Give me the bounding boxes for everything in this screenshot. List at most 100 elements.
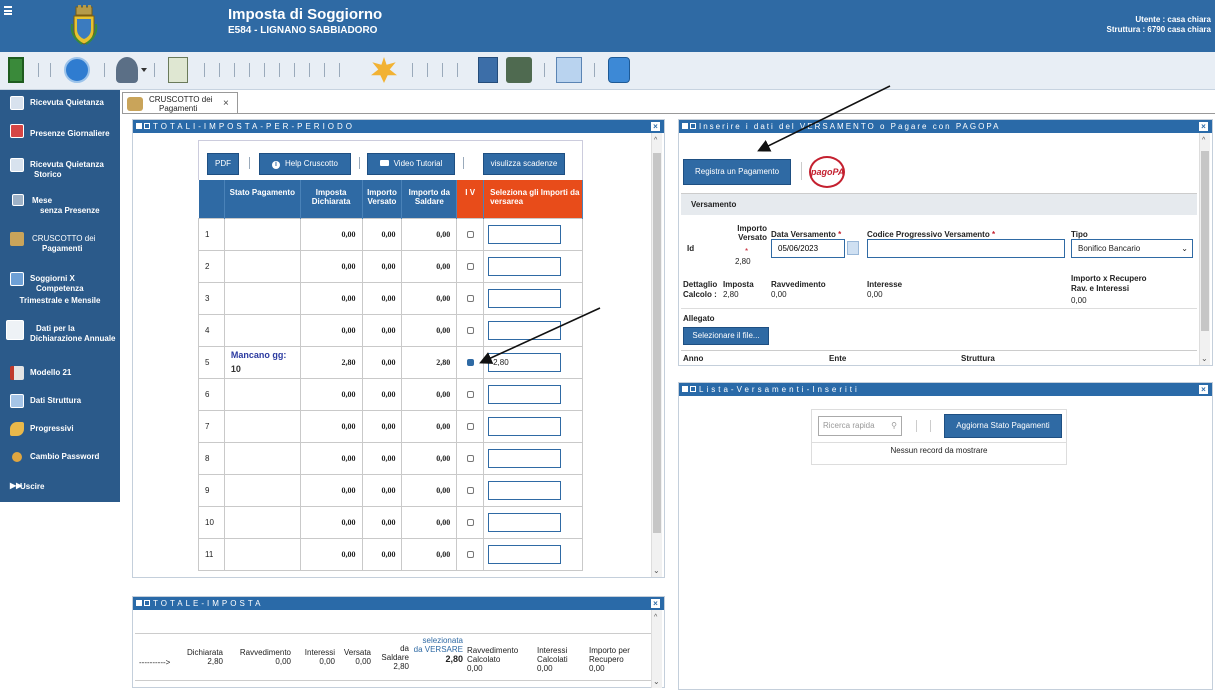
pdf-button[interactable]: PDF — [207, 153, 239, 175]
totale-col: Versata 0,00 — [343, 648, 371, 666]
importo-input[interactable] — [488, 480, 562, 500]
close-icon[interactable]: × — [223, 98, 229, 109]
importo-input[interactable] — [488, 512, 562, 532]
select-cell — [456, 409, 485, 443]
collapse-icon[interactable] — [682, 123, 688, 129]
separator — [38, 63, 39, 77]
panel-header: TOTALE-IMPOSTA × — [133, 597, 664, 610]
versato-cell: 0,00 — [361, 217, 403, 251]
input-cell — [483, 441, 583, 475]
separator — [463, 157, 464, 169]
chevron-up-icon[interactable]: ^ — [654, 614, 657, 621]
maximize-icon[interactable] — [144, 600, 150, 606]
user-menu-icon[interactable] — [116, 57, 138, 83]
search-input[interactable]: Ricerca rapida ⚲ — [818, 416, 902, 436]
save-disk-icon[interactable] — [608, 57, 630, 83]
importo-input[interactable] — [488, 544, 562, 564]
select-cell — [456, 281, 485, 315]
sidebar-item-sublabel: Competenza — [36, 284, 84, 293]
close-icon[interactable]: × — [1199, 385, 1208, 394]
recupero-value: 0,00 — [1071, 296, 1087, 305]
tab-cruscotto[interactable]: CRUSCOTTO dei Pagamenti × — [122, 92, 238, 114]
data-versamento-input[interactable] — [771, 239, 845, 258]
input-cell — [483, 281, 583, 315]
close-icon[interactable]: × — [651, 122, 660, 131]
codice-versamento-input[interactable] — [867, 239, 1065, 258]
scrollbar-thumb[interactable] — [1201, 151, 1209, 331]
network-icon[interactable] — [556, 57, 582, 83]
scrollbar-thumb[interactable] — [653, 153, 661, 533]
sidebar-item-label: Soggiorni X — [30, 274, 75, 283]
video-tutorial-button[interactable]: Video Tutorial — [367, 153, 455, 175]
registra-pagamento-button[interactable]: Registra un Pagamento — [683, 159, 791, 185]
row-checkbox[interactable] — [466, 486, 474, 494]
select-file-button[interactable]: Selezionare il file... — [683, 327, 769, 345]
row-checkbox[interactable] — [466, 294, 474, 302]
importo-input[interactable] — [488, 256, 562, 276]
menu-icon[interactable] — [4, 6, 12, 15]
maximize-icon[interactable] — [144, 123, 150, 129]
printer-icon[interactable] — [506, 57, 532, 83]
row-checkbox[interactable] — [466, 422, 474, 430]
help-cruscotto-button[interactable]: i Help Cruscotto — [259, 153, 351, 175]
calendar-icon[interactable] — [847, 241, 859, 255]
input-cell — [483, 313, 583, 347]
document-icon[interactable] — [478, 57, 498, 83]
totale-col: Importo per Recupero 0,00 — [589, 646, 630, 673]
importo-input[interactable] — [488, 384, 562, 404]
separator — [249, 157, 250, 169]
input-cell — [483, 377, 583, 411]
internet-icon[interactable] — [64, 57, 90, 83]
importo-input[interactable]: 2,80 — [488, 352, 562, 372]
select-cell — [456, 537, 485, 571]
saldo-cell: 0,00 — [401, 249, 458, 283]
importo-input[interactable] — [488, 224, 562, 244]
row-checkbox[interactable] — [466, 390, 474, 398]
close-icon[interactable]: × — [651, 599, 660, 608]
tipo-select[interactable]: Bonifico Bancario ⌄ — [1071, 239, 1193, 258]
row-checkbox[interactable] — [466, 358, 474, 366]
stato-cell — [223, 505, 301, 539]
input-cell — [483, 217, 583, 251]
chevron-up-icon[interactable]: ^ — [654, 137, 657, 144]
chevron-down-icon[interactable]: ⌄ — [653, 566, 660, 575]
importo-input[interactable] — [488, 288, 562, 308]
row-checkbox[interactable] — [466, 230, 474, 238]
aggiorna-stato-button[interactable]: Aggiorna Stato Pagamenti — [944, 414, 1062, 438]
scrollbar[interactable]: ^ ⌄ — [651, 133, 662, 577]
row-number: 10 — [198, 505, 225, 539]
chevron-up-icon[interactable]: ^ — [1202, 137, 1205, 144]
close-icon[interactable]: × — [1199, 122, 1208, 131]
separator — [324, 63, 325, 77]
scrollbar[interactable]: ^ ⌄ — [651, 610, 662, 688]
separator — [294, 63, 295, 77]
collapse-icon[interactable] — [682, 386, 688, 392]
row-checkbox[interactable] — [466, 326, 474, 334]
importo-input[interactable] — [488, 320, 562, 340]
chevron-down-icon[interactable]: ⌄ — [653, 677, 660, 686]
calculator-icon[interactable] — [168, 57, 188, 83]
exit-door-icon[interactable] — [8, 57, 24, 83]
data-versamento-label: Data Versamento * — [771, 230, 842, 239]
row-checkbox[interactable] — [466, 454, 474, 462]
table-row: 3 0,00 0,00 0,00 — [198, 281, 583, 315]
maximize-icon[interactable] — [690, 123, 696, 129]
collapse-icon[interactable] — [136, 600, 142, 606]
scrollbar[interactable]: ^ ⌄ — [1199, 133, 1210, 365]
input-cell — [483, 409, 583, 443]
chevron-down-icon[interactable]: ⌄ — [1201, 354, 1208, 363]
news-burst-icon[interactable] — [371, 57, 397, 83]
totali-buttonbar: PDF i Help Cruscotto Video Tutorial visul… — [198, 140, 583, 180]
importo-input[interactable] — [488, 448, 562, 468]
maximize-icon[interactable] — [690, 386, 696, 392]
select-cell — [456, 313, 485, 347]
pagopa-logo[interactable]: pagoPA — [809, 156, 845, 188]
row-checkbox[interactable] — [466, 518, 474, 526]
visualizza-scadenze-button[interactable]: visulizza scadenze — [483, 153, 565, 175]
chevron-down-icon[interactable] — [141, 68, 147, 72]
row-checkbox[interactable] — [466, 262, 474, 270]
importo-input[interactable] — [488, 416, 562, 436]
row-checkbox[interactable] — [466, 550, 474, 558]
collapse-icon[interactable] — [136, 123, 142, 129]
table-row: 6 0,00 0,00 0,00 — [198, 377, 583, 411]
